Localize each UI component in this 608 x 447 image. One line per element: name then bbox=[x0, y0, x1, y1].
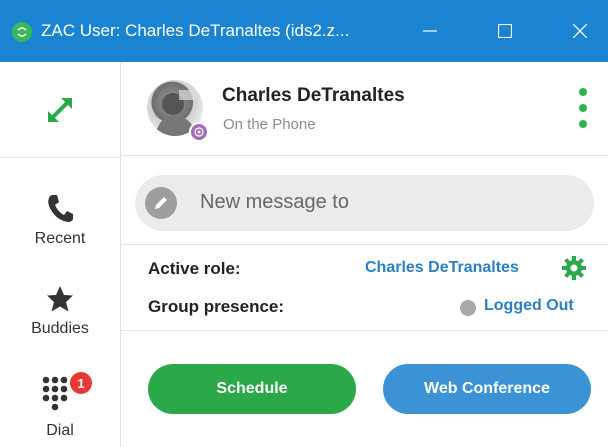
zac-logo-icon bbox=[12, 22, 32, 42]
group-presence-label: Group presence: bbox=[148, 297, 285, 316]
sidebar-item-label: Buddies bbox=[31, 320, 89, 337]
pencil-icon bbox=[145, 187, 177, 219]
contact-status: On the Phone bbox=[223, 116, 316, 133]
sidebar-item-buddies[interactable]: Buddies bbox=[0, 284, 120, 338]
maximize-icon bbox=[498, 24, 512, 38]
contact-name: Charles DeTranaltes bbox=[222, 85, 405, 106]
message-input[interactable]: New message to bbox=[135, 175, 594, 231]
maximize-button[interactable] bbox=[475, 0, 535, 62]
window-title: ZAC User: Charles DeTranaltes (ids2.z... bbox=[41, 21, 350, 40]
close-icon bbox=[573, 24, 587, 38]
active-role-label: Active role: bbox=[148, 259, 241, 278]
phone-icon bbox=[48, 195, 73, 222]
dialpad-icon: 1 bbox=[38, 372, 92, 416]
expand-button[interactable] bbox=[0, 62, 120, 158]
sidebar: Recent Buddies 1 Dial bbox=[0, 62, 121, 447]
role-panel: Active role: Charles DeTranaltes Group p… bbox=[121, 244, 608, 331]
sidebar-item-recent[interactable]: Recent bbox=[0, 192, 120, 248]
close-button[interactable] bbox=[550, 0, 608, 62]
minimize-button[interactable] bbox=[400, 0, 460, 62]
contact-header: Charles DeTranaltes On the Phone bbox=[121, 62, 608, 156]
notification-badge: 1 bbox=[70, 372, 92, 394]
kebab-menu-icon[interactable] bbox=[573, 88, 593, 128]
minimize-icon bbox=[423, 30, 437, 32]
expand-arrows-icon bbox=[48, 97, 72, 122]
sidebar-item-dial[interactable]: 1 Dial bbox=[0, 372, 120, 440]
sidebar-item-label: Dial bbox=[46, 422, 74, 439]
title-bar: ZAC User: Charles DeTranaltes (ids2.z... bbox=[0, 0, 608, 62]
group-presence-link[interactable]: Logged Out bbox=[484, 297, 574, 315]
message-placeholder: New message to bbox=[200, 191, 349, 213]
sidebar-item-label: Recent bbox=[34, 230, 86, 247]
presence-status-icon bbox=[189, 122, 209, 142]
web-conference-button[interactable]: Web Conference bbox=[383, 364, 591, 414]
active-role-link[interactable]: Charles DeTranaltes bbox=[365, 259, 519, 277]
presence-indicator-icon bbox=[460, 300, 476, 316]
star-icon bbox=[47, 286, 73, 312]
gear-icon[interactable] bbox=[561, 255, 587, 281]
schedule-button[interactable]: Schedule bbox=[148, 364, 356, 414]
